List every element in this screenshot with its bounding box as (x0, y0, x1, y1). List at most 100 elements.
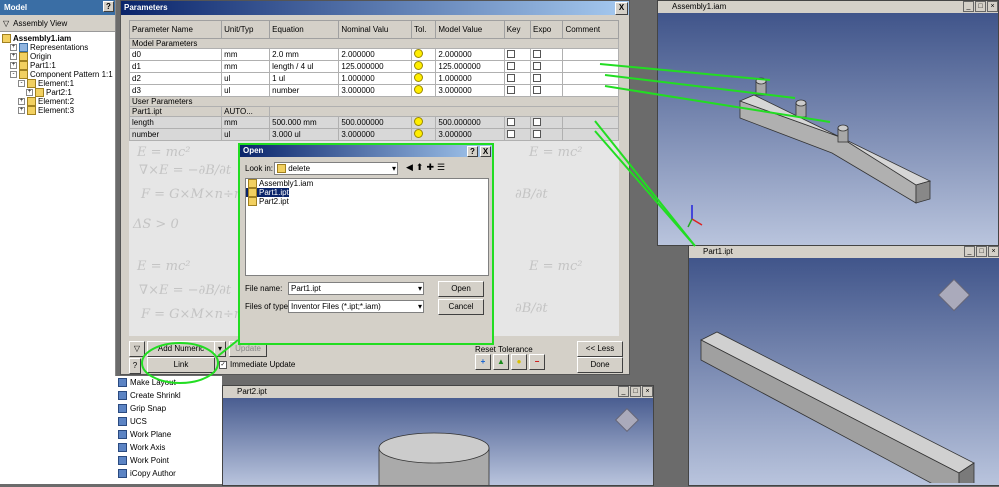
help-button[interactable]: ? (129, 358, 141, 374)
expand-icon[interactable]: + (10, 53, 17, 60)
column-header[interactable]: Parameter Name (128, 20, 223, 39)
view-selector[interactable]: Assembly View (13, 19, 67, 28)
param-name[interactable]: d1 (128, 60, 223, 73)
param-unit[interactable]: ul (221, 72, 271, 85)
expand-icon[interactable]: + (10, 44, 17, 51)
cancel-button[interactable]: Cancel (438, 299, 484, 315)
export-checkbox-cell[interactable] (529, 84, 564, 97)
tolerance-nominal-icon[interactable] (413, 61, 423, 70)
column-header[interactable]: Key (503, 20, 531, 39)
tree-item[interactable]: + Origin (0, 52, 115, 61)
column-header[interactable]: Unit/Typ (221, 20, 271, 39)
chevron-down-icon[interactable]: ▾ (418, 283, 422, 294)
immediate-update-checkbox[interactable]: ✓ Immediate Update (219, 360, 295, 369)
add-numeric-dropdown-icon[interactable]: ▾ (214, 341, 226, 357)
link-button[interactable]: Link (147, 357, 215, 373)
panel-item[interactable]: Create Shrinkl (112, 389, 222, 402)
tree-item[interactable]: - Component Pattern 1:1 (0, 70, 115, 79)
file-item[interactable]: Part2.ipt (246, 197, 289, 206)
key-checkbox[interactable] (506, 73, 515, 82)
file-list[interactable]: Assembly1.iam Part1.ipt Part2.ipt (245, 178, 489, 276)
param-equation[interactable]: 2.0 mm (269, 48, 340, 61)
param-unit[interactable]: ul (221, 128, 271, 141)
linked-file-name[interactable]: Part1.ipt (128, 106, 223, 117)
tree-item[interactable]: - Element:1 (0, 79, 115, 88)
key-checkbox-cell[interactable] (503, 128, 531, 141)
expand-icon[interactable]: + (26, 89, 33, 96)
filter-icon[interactable]: ▽ (3, 19, 9, 28)
collapse-icon[interactable]: - (18, 80, 25, 87)
key-checkbox[interactable] (506, 85, 515, 94)
tree-item[interactable]: Assembly1.iam (0, 34, 115, 43)
key-checkbox-cell[interactable] (503, 48, 531, 61)
done-button[interactable]: Done (577, 357, 623, 373)
param-equation[interactable]: 3.000 ul (269, 128, 340, 141)
file-item[interactable]: Part1.ipt (246, 188, 289, 197)
export-checkbox[interactable] (532, 129, 541, 138)
tolerance-cell[interactable] (410, 60, 437, 73)
key-checkbox[interactable] (506, 117, 515, 126)
filter-button[interactable]: ▽ (129, 341, 145, 357)
browser-header[interactable]: Model ? (0, 0, 115, 15)
column-header[interactable]: Nominal Valu (338, 20, 412, 39)
close-button[interactable]: × (987, 1, 998, 12)
tolerance-nominal-icon[interactable] (413, 85, 423, 94)
part1-viewport[interactable]: Part1.ipt _ □ × (688, 245, 999, 487)
param-unit[interactable]: mm (221, 60, 271, 73)
maximize-button[interactable]: □ (630, 386, 641, 397)
key-checkbox[interactable] (506, 129, 515, 138)
column-header[interactable]: Model Value (435, 20, 505, 39)
tree-item[interactable]: + Representations (0, 43, 115, 52)
param-name[interactable]: d0 (128, 48, 223, 61)
param-equation[interactable]: 500.000 mm (269, 116, 340, 129)
export-checkbox[interactable] (532, 49, 541, 58)
param-comment[interactable] (562, 72, 619, 85)
up-folder-icon[interactable]: ⬆ (416, 162, 424, 173)
tree-item[interactable]: + Part2:1 (0, 88, 115, 97)
linked-file-row[interactable]: Part1.ipt AUTO... (128, 106, 619, 117)
open-button[interactable]: Open (438, 281, 484, 297)
param-unit[interactable]: mm (221, 116, 271, 129)
expand-icon[interactable]: + (18, 98, 25, 105)
panel-item[interactable]: Work Axis (112, 441, 222, 454)
parameter-row[interactable]: d2 ul 1 ul 1.000000 1.000000 (128, 72, 619, 85)
look-in-select[interactable]: delete ▾ (274, 162, 398, 175)
panel-item[interactable]: Work Plane (112, 428, 222, 441)
viewcube-icon[interactable] (614, 407, 640, 433)
tolerance-nominal-icon[interactable] (413, 49, 423, 58)
parameters-close-button[interactable]: X (615, 2, 628, 15)
open-close-button[interactable]: X (480, 146, 491, 157)
tolerance-median-icon[interactable]: ▲ (493, 354, 509, 370)
key-checkbox-cell[interactable] (503, 116, 531, 129)
collapse-icon[interactable]: - (10, 71, 17, 78)
tree-item[interactable]: + Element:2 (0, 97, 115, 106)
key-checkbox[interactable] (506, 61, 515, 70)
tolerance-cell[interactable] (410, 48, 437, 61)
param-name[interactable]: d2 (128, 72, 223, 85)
browser-title[interactable]: Model (4, 0, 27, 15)
minimize-button[interactable]: _ (618, 386, 629, 397)
key-checkbox-cell[interactable] (503, 84, 531, 97)
param-equation[interactable]: 1 ul (269, 72, 340, 85)
export-checkbox[interactable] (532, 73, 541, 82)
param-comment[interactable] (562, 116, 619, 129)
export-checkbox[interactable] (532, 61, 541, 70)
param-equation[interactable]: number (269, 84, 340, 97)
maximize-button[interactable]: □ (976, 246, 987, 257)
view-menu-icon[interactable]: ☰ (437, 162, 445, 173)
browser-help-button[interactable]: ? (103, 1, 114, 12)
assembly-viewport[interactable]: Assembly1.iam _ □ × (657, 0, 999, 246)
export-checkbox-cell[interactable] (529, 128, 564, 141)
chevron-down-icon[interactable]: ▾ (392, 163, 396, 174)
param-equation[interactable]: length / 4 ul (269, 60, 340, 73)
param-unit[interactable]: mm (221, 48, 271, 61)
panel-item[interactable]: Work Point (112, 454, 222, 467)
column-header[interactable]: Tol. (410, 20, 437, 39)
key-checkbox[interactable] (506, 49, 515, 58)
close-button[interactable]: × (642, 386, 653, 397)
less-button[interactable]: << Less (577, 341, 623, 357)
param-name[interactable]: length (128, 116, 223, 129)
column-header[interactable]: Equation (269, 20, 340, 39)
param-comment[interactable] (562, 60, 619, 73)
export-checkbox[interactable] (532, 85, 541, 94)
